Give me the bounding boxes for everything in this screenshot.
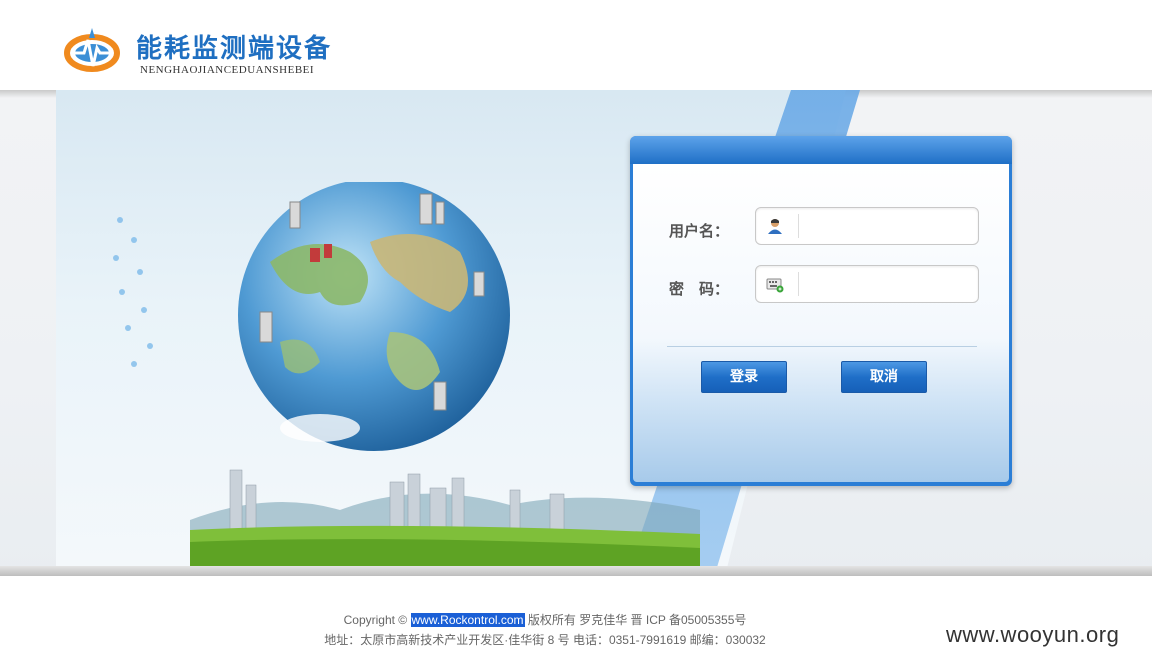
dots-decoration	[113, 217, 153, 367]
login-panel-header	[630, 136, 1012, 164]
copyright-prefix: Copyright ©	[343, 613, 408, 627]
footer-copyright: Copyright © www.Rockontrol.com 版权所有 罗克佳华…	[0, 611, 1090, 628]
keyboard-icon	[766, 278, 784, 293]
login-panel-body: 用户名： 密 码： 登录 取消	[633, 164, 1009, 482]
logo-emblem-icon	[64, 28, 120, 72]
copyright-suffix: 版权所有 罗克佳华 晋 ICP 备05005355号	[527, 613, 747, 627]
app-title: 能耗监测端设备	[136, 34, 333, 64]
footer-address: 地址：太原市高新技术产业开发区·佳华街 8 号 电话：0351-7991619 …	[324, 633, 766, 647]
cancel-button[interactable]: 取消	[841, 361, 927, 393]
login-button[interactable]: 登录	[701, 361, 787, 393]
password-field-separator	[798, 272, 799, 296]
site-link[interactable]: www.Rockontrol.com	[410, 613, 525, 627]
username-label: 用户名：	[669, 222, 730, 240]
watermark-text: www.wooyun.org	[946, 622, 1120, 647]
banner-bottom-line	[0, 566, 1152, 576]
password-label: 密 码：	[669, 280, 730, 298]
username-field-separator	[798, 214, 799, 238]
city-skyline	[190, 469, 700, 566]
login-divider	[667, 346, 977, 347]
user-icon	[768, 219, 782, 234]
app-subtitle: NENGHAOJIANCEDUANSHEBEI	[140, 64, 315, 76]
username-field[interactable]	[755, 207, 979, 245]
password-input[interactable]	[804, 270, 974, 298]
globe-illustration	[238, 182, 510, 451]
username-input[interactable]	[804, 212, 974, 240]
password-field[interactable]	[755, 265, 979, 303]
login-panel: 用户名： 密 码： 登录 取消	[630, 136, 1012, 486]
page-header: 能耗监测端设备 NENGHAOJIANCEDUANSHEBEI	[0, 0, 1152, 90]
